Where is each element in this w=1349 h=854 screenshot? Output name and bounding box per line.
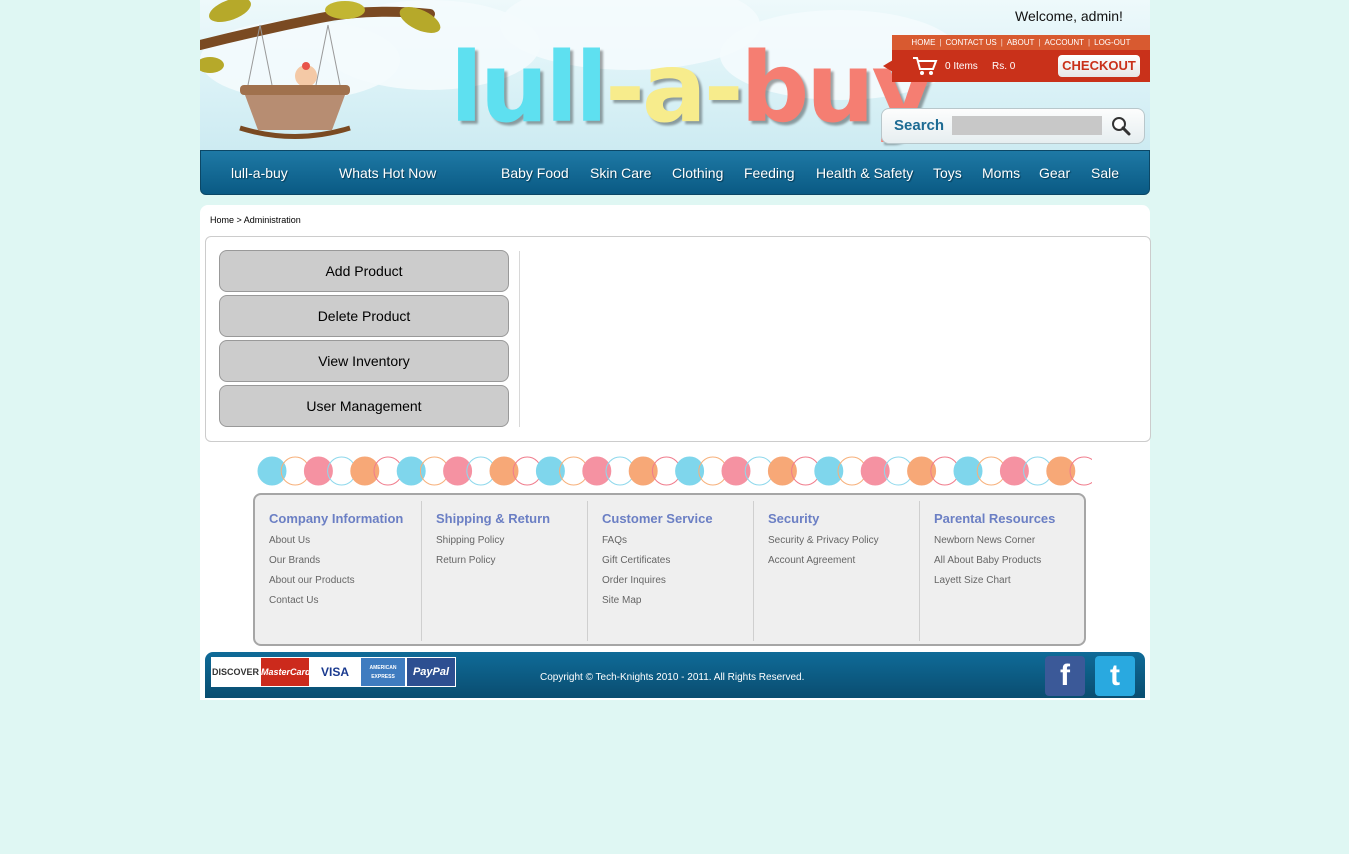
footer-links-box: Company Information About Us Our Brands … (253, 493, 1086, 646)
bead (303, 456, 333, 486)
mastercard-icon: MasterCard (260, 657, 311, 687)
bead (999, 456, 1029, 486)
footer-link[interactable]: Our Brands (269, 555, 320, 566)
bead (489, 456, 519, 486)
user-management-button[interactable]: User Management (219, 385, 509, 427)
paypal-icon: PayPal (406, 657, 456, 687)
bead (257, 456, 287, 486)
footer-column-title: Customer Service (602, 511, 713, 526)
footer-link[interactable]: Security & Privacy Policy (768, 535, 879, 546)
cart-item-count: 0 Items (945, 61, 978, 72)
bead (443, 456, 473, 486)
nav-item-moms[interactable]: Moms (982, 165, 1020, 181)
nav-item-baby-food[interactable]: Baby Food (501, 165, 569, 181)
view-inventory-button[interactable]: View Inventory (219, 340, 509, 382)
bead (953, 456, 983, 486)
footer-link[interactable]: About Us (269, 535, 310, 546)
footer-link[interactable]: All About Baby Products (934, 555, 1041, 566)
footer-link[interactable]: FAQs (602, 535, 627, 546)
cart-bar: 0 Items Rs. 0 CHECKOUT (892, 50, 1150, 82)
bead (628, 456, 658, 486)
footer-bar: DISCOVER MasterCard VISA AMERICAN EXPRES… (205, 652, 1145, 698)
nav-item-skin-care[interactable]: Skin Care (590, 165, 651, 181)
footer-column-parental: Parental Resources Newborn News Corner A… (919, 501, 1086, 641)
top-link-contact[interactable]: CONTACT US (944, 38, 999, 47)
footer-link[interactable]: Gift Certificates (602, 555, 670, 566)
shopping-cart-icon[interactable] (912, 56, 938, 76)
cart-total: Rs. 0 (992, 61, 1016, 72)
nav-item-whats-hot[interactable]: Whats Hot Now (339, 165, 436, 181)
cradle-illustration (200, 0, 441, 139)
top-link-home[interactable]: HOME (909, 38, 937, 47)
bead (1046, 456, 1076, 486)
visa-card-icon: VISA (310, 657, 360, 687)
footer-column-title: Company Information (269, 511, 404, 526)
top-link-logout[interactable]: LOG-OUT (1092, 38, 1132, 47)
welcome-message: Welcome, admin! (1015, 8, 1123, 24)
copyright-text: Copyright © Tech-Knights 2010 - 2011. Al… (540, 672, 805, 683)
main-content: Home > Administration Add Product Delete… (200, 205, 1151, 700)
nav-item-clothing[interactable]: Clothing (672, 165, 723, 181)
footer-link[interactable]: About our Products (269, 575, 355, 586)
site-logo[interactable]: lull-a-buy (450, 40, 934, 136)
footer-link[interactable]: Return Policy (436, 555, 495, 566)
add-product-button[interactable]: Add Product (219, 250, 509, 292)
logo-part-2: -a- (605, 32, 743, 144)
admin-panel: Add Product Delete Product View Inventor… (205, 236, 1151, 442)
footer-column-title: Security (768, 511, 820, 526)
main-navigation: lull-a-buy Whats Hot Now Baby Food Skin … (200, 150, 1150, 195)
bead (396, 456, 426, 486)
delete-product-button[interactable]: Delete Product (219, 295, 509, 337)
search-input[interactable] (952, 116, 1102, 135)
footer-column-shipping: Shipping & Return Shipping Policy Return… (421, 501, 588, 641)
search-box: Search (881, 108, 1145, 144)
footer-link[interactable]: Layett Size Chart (934, 575, 1011, 586)
bead (814, 456, 844, 486)
footer-link[interactable]: Account Agreement (768, 555, 855, 566)
footer-link[interactable]: Contact Us (269, 595, 318, 606)
checkout-button[interactable]: CHECKOUT (1058, 55, 1140, 77)
logo-part-1: lull (450, 32, 608, 144)
amex-card-icon: AMERICAN EXPRESS (360, 657, 406, 687)
nav-item-sale[interactable]: Sale (1091, 165, 1119, 181)
bead (860, 456, 890, 486)
site-header: lull-a-buy Welcome, admin! HOME | CONTACT … (200, 0, 1150, 150)
nav-item-gear[interactable]: Gear (1039, 165, 1070, 181)
footer-column-title: Shipping & Return (436, 511, 551, 526)
top-link-about[interactable]: ABOUT (1005, 38, 1037, 47)
decorative-beads (257, 456, 1092, 486)
top-link-account[interactable]: ACCOUNT (1042, 38, 1086, 47)
footer-column-customer-service: Customer Service FAQs Gift Certificates … (587, 501, 754, 641)
footer-link[interactable]: Shipping Policy (436, 535, 504, 546)
nav-item-home[interactable]: lull-a-buy (231, 165, 288, 181)
footer-link[interactable]: Order Inquires (602, 575, 666, 586)
breadcrumb: Home > Administration (210, 215, 301, 225)
bead (350, 456, 380, 486)
bead (767, 456, 797, 486)
bead (721, 456, 751, 486)
footer-link[interactable]: Site Map (602, 595, 641, 606)
top-links-bar: HOME | CONTACT US | ABOUT | ACCOUNT | LOG-OUT (892, 35, 1150, 50)
discover-card-icon: DISCOVER (211, 657, 260, 687)
bead (907, 456, 937, 486)
bead (535, 456, 565, 486)
facebook-icon[interactable]: f (1045, 656, 1085, 696)
footer-column-company: Company Information About Us Our Brands … (255, 501, 421, 641)
page-wrapper: lull-a-buy Welcome, admin! HOME | CONTACT … (200, 0, 1151, 700)
bead (675, 456, 705, 486)
panel-divider (519, 251, 520, 427)
search-label: Search (894, 117, 945, 134)
footer-column-security: Security Security & Privacy Policy Accou… (753, 501, 920, 641)
twitter-icon[interactable]: t (1095, 656, 1135, 696)
nav-item-health-safety[interactable]: Health & Safety (816, 165, 913, 181)
bead (582, 456, 612, 486)
search-icon[interactable] (1110, 115, 1132, 137)
footer-column-title: Parental Resources (934, 511, 1056, 526)
nav-item-feeding[interactable]: Feeding (744, 165, 795, 181)
footer-link[interactable]: Newborn News Corner (934, 535, 1035, 546)
nav-item-toys[interactable]: Toys (933, 165, 962, 181)
